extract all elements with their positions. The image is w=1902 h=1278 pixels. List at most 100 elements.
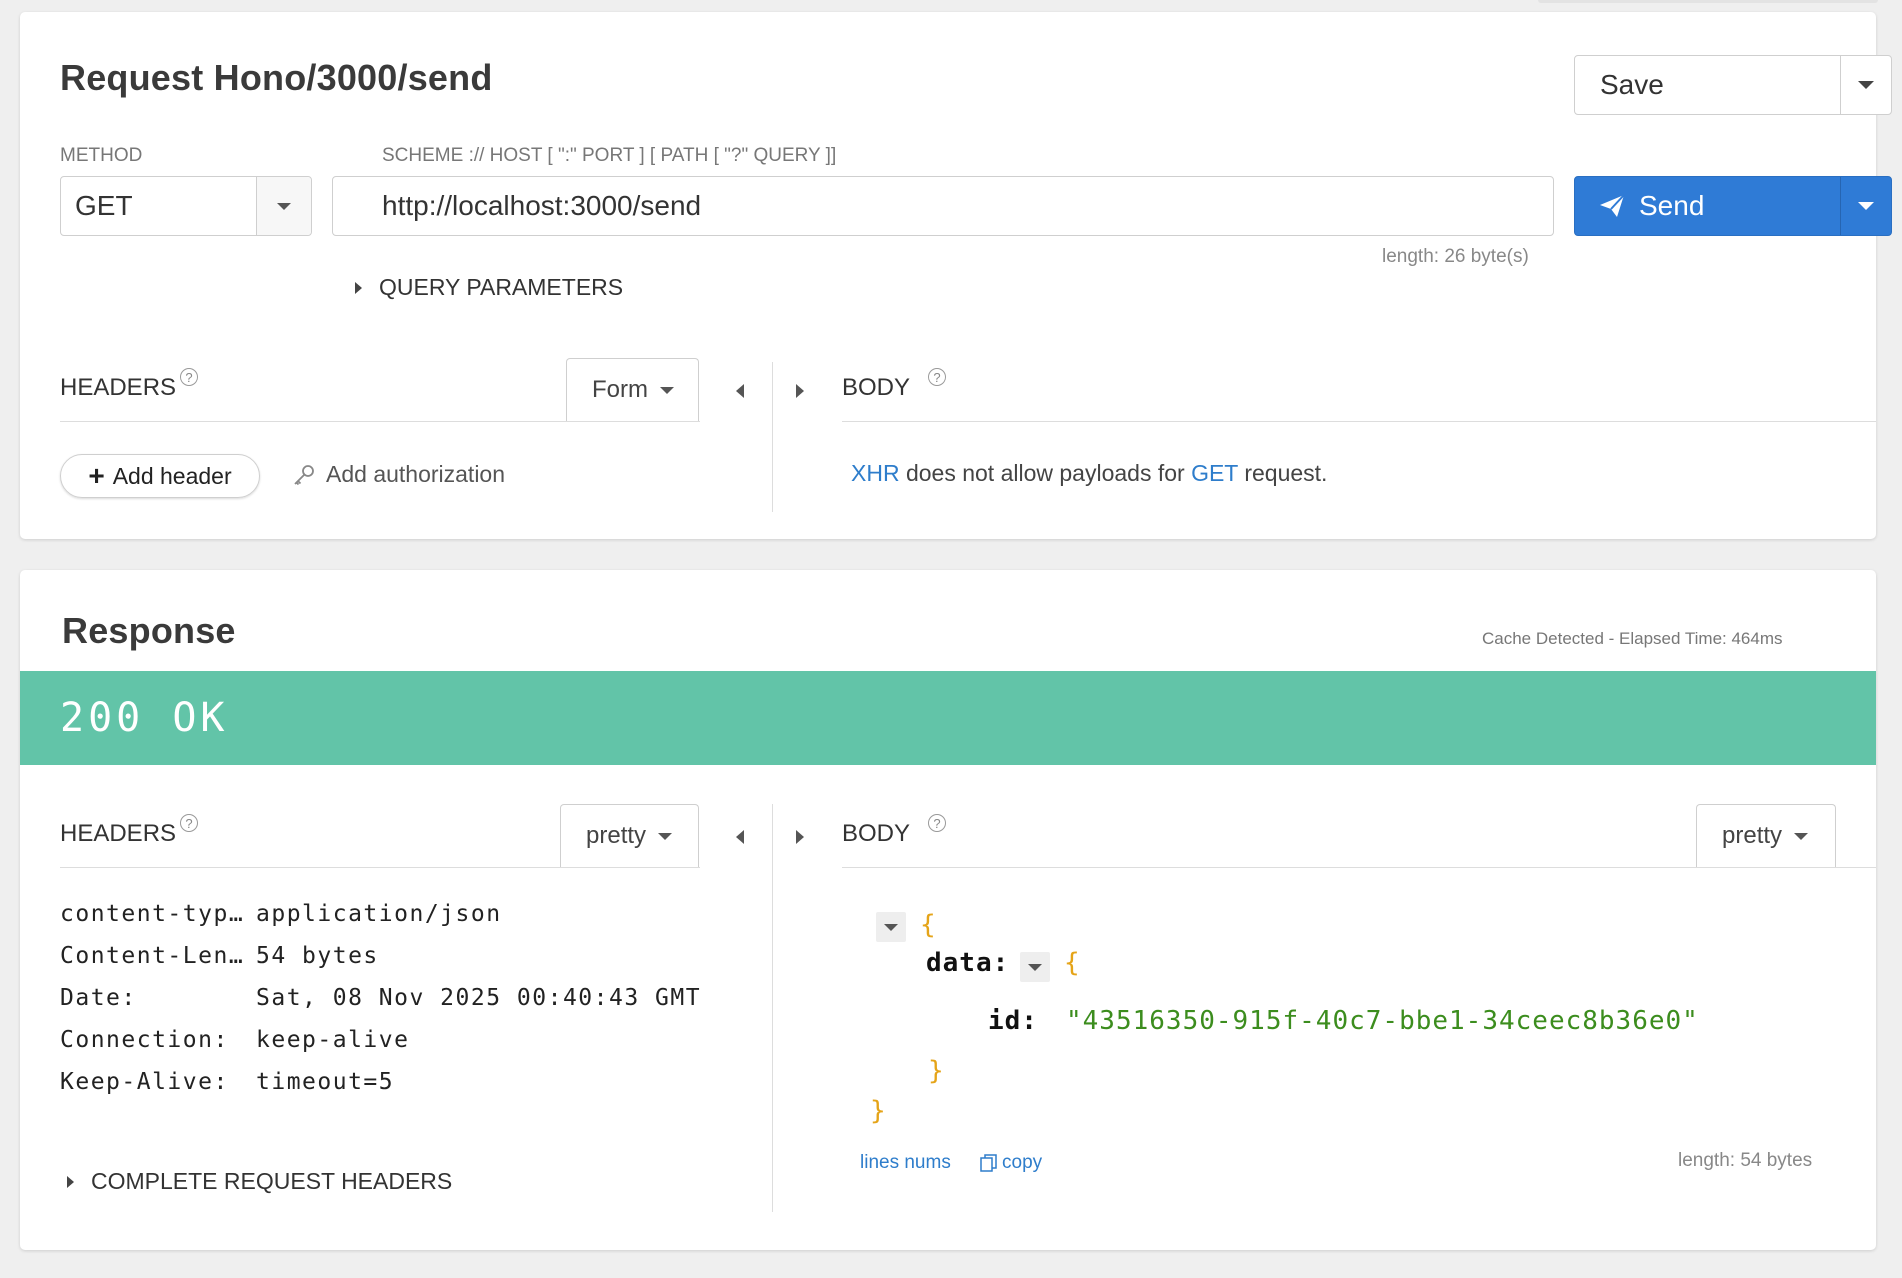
url-format-label: SCHEME :// HOST [ ":" PORT ] [ PATH [ "?… [382,145,837,166]
headers-format-select[interactable]: pretty [560,804,699,867]
help-icon[interactable]: ? [180,368,198,386]
url-length: length: 26 byte(s) [1382,246,1529,267]
header-value: Sat, 08 Nov 2025 00:40:43 GMT [256,985,702,1011]
elapsed-time: Elapsed Time: 464ms [1619,629,1783,648]
response-body-text: BODY [842,820,911,847]
header-value: application/json [256,901,502,927]
chevron-down-icon [658,832,673,840]
key-icon [294,464,314,485]
send-button[interactable]: Send [1575,177,1841,235]
plus-icon: + [88,460,105,491]
copy-label: copy [1002,1152,1043,1173]
caret-right-icon [67,1175,74,1188]
message-end: request. [1237,460,1328,486]
paper-plane-icon [1600,194,1625,217]
status-code: 200 OK [60,695,229,741]
message-middle: does not allow payloads for [899,460,1192,486]
header-row: Keep-Alive: timeout=5 [60,1069,394,1095]
get-method-link[interactable]: GET [1191,460,1238,486]
body-format-value: pretty [1722,822,1783,849]
response-body-label: BODY [842,820,910,848]
save-split-button: Save [1574,55,1892,115]
header-value: keep-alive [256,1027,410,1053]
json-key-data: data: [926,948,1010,978]
add-header-button[interactable]: + Add header [60,454,260,498]
body-format-select[interactable]: pretty [1696,804,1836,867]
copy-button[interactable]: copy [980,1152,1042,1174]
method-value: GET [75,190,133,221]
divider [60,867,700,868]
help-icon[interactable]: ? [928,814,946,832]
xhr-link[interactable]: XHR [851,460,900,486]
complete-request-headers-label: COMPLETE REQUEST HEADERS [91,1168,453,1194]
response-panel: Response Cache Detected - Elapsed Time: … [20,570,1876,1250]
save-options-dropdown[interactable] [1841,56,1891,114]
pane-divider [772,362,773,512]
query-parameters-toggle[interactable]: QUERY PARAMETERS [355,274,623,301]
json-inner-close-brace: } [928,1056,944,1086]
collapse-left-icon[interactable] [736,384,744,398]
send-options-dropdown[interactable] [1841,177,1891,235]
body-not-allowed-message: XHR does not allow payloads for GET requ… [851,460,1327,487]
json-collapse-toggle[interactable] [876,912,906,942]
chevron-down-icon [1858,202,1874,210]
background-panel-edge [1538,0,1878,3]
divider [842,867,1876,868]
header-value: timeout=5 [256,1069,395,1095]
url-input[interactable]: http://localhost:3000/send [332,176,1554,236]
header-row: Content-Leng… 54 bytes [60,943,379,969]
add-authorization-link[interactable]: Add authorization [292,461,505,488]
expand-right-icon[interactable] [796,830,804,844]
method-select[interactable]: GET [60,176,312,236]
method-label: METHOD [60,145,143,166]
header-key: Keep-Alive: [60,1069,229,1095]
copy-icon [980,1154,997,1172]
json-collapse-toggle[interactable] [1020,952,1050,982]
cache-status: Cache Detected - [1482,629,1615,648]
url-input-value: http://localhost:3000/send [382,190,702,221]
json-key-id: id: [988,1006,1038,1036]
chevron-down-icon [1794,832,1809,840]
send-button-label: Send [1639,190,1705,221]
headers-mode-select[interactable]: Form [566,358,699,421]
headers-mode-value: Form [592,376,648,403]
json-inner-open-brace: { [1064,948,1080,978]
json-close-brace: } [870,1096,886,1126]
header-row: Date: Sat, 08 Nov 2025 00:40:43 GMT [60,985,701,1011]
add-authorization-label: Add authorization [326,461,506,487]
caret-right-icon [355,281,362,294]
save-button-label: Save [1600,69,1664,100]
request-body-label: BODY [842,374,910,402]
method-dropdown-toggle[interactable] [256,177,311,235]
chevron-down-icon [1028,963,1042,971]
header-row: content-type: application/json [60,901,502,927]
chevron-down-icon [1858,81,1874,89]
request-headers-text: HEADERS [60,374,177,401]
header-key: Connection: [60,1027,229,1053]
divider [842,421,1876,422]
chevron-down-icon [660,386,674,394]
request-panel: Request Hono/3000/send Save METHOD GET S… [20,12,1892,539]
response-headers-label: HEADERS [60,820,176,848]
json-value-id: "43516350-915f-40c7-bbe1-34ceec8b36e0" [1066,1006,1699,1036]
request-headers-label: HEADERS [60,374,176,402]
send-split-button: Send [1574,176,1892,236]
save-button[interactable]: Save [1575,56,1841,114]
header-key: content-type: [60,901,256,927]
header-row: Connection: keep-alive [60,1027,409,1053]
body-length: length: 54 bytes [1678,1150,1813,1171]
status-bar: 200 OK [20,671,1876,765]
expand-right-icon[interactable] [796,384,804,398]
complete-request-headers-toggle[interactable]: COMPLETE REQUEST HEADERS [67,1168,452,1195]
collapse-left-icon[interactable] [736,830,744,844]
help-icon[interactable]: ? [928,368,946,386]
help-icon[interactable]: ? [180,814,198,832]
headers-format-value: pretty [586,822,647,849]
response-title: Response [62,610,236,651]
chevron-down-icon [884,923,898,931]
request-body-text: BODY [842,374,911,401]
line-numbers-toggle[interactable]: lines nums [860,1152,951,1174]
chevron-down-icon [277,202,291,210]
header-value: 54 bytes [256,943,379,969]
query-parameters-label: QUERY PARAMETERS [379,274,624,300]
